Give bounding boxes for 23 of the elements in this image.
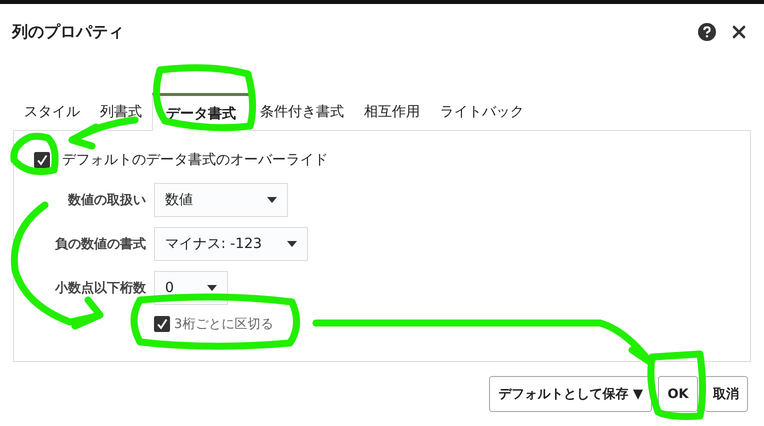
checkbox[interactable] [34, 152, 50, 168]
field-label: 負の数値の書式 [54, 236, 146, 253]
checkbox-label: 3桁ごとに区切る [174, 316, 274, 333]
checkbox[interactable] [154, 316, 170, 332]
cancel-button[interactable]: 取消 [704, 376, 748, 412]
help-icon[interactable] [698, 23, 716, 41]
ok-button[interactable]: OK [658, 376, 698, 412]
tab[interactable]: 列書式 [90, 92, 152, 130]
caret-icon [287, 241, 297, 247]
tab[interactable]: 相互作用 [354, 92, 430, 130]
dialog-title: 列のプロパティ [12, 22, 124, 42]
dropdown[interactable]: マイナス: -123 [154, 227, 308, 261]
tab[interactable]: スタイル [14, 92, 90, 130]
tab[interactable]: ライトバック [430, 92, 534, 130]
field-label: 小数点以下桁数 [54, 280, 146, 297]
checkbox-label: デフォルトのデータ書式のオーバーライド [62, 151, 328, 169]
dropdown[interactable]: 数値 [154, 183, 288, 217]
caret-icon [207, 285, 217, 291]
caret-icon [267, 197, 277, 203]
field-label: 数値の取扱い [66, 192, 146, 209]
tab[interactable]: 条件付き書式 [250, 92, 354, 130]
close-icon[interactable] [732, 25, 746, 39]
menu-button[interactable]: デフォルトとして保存 ▼ [489, 376, 652, 412]
